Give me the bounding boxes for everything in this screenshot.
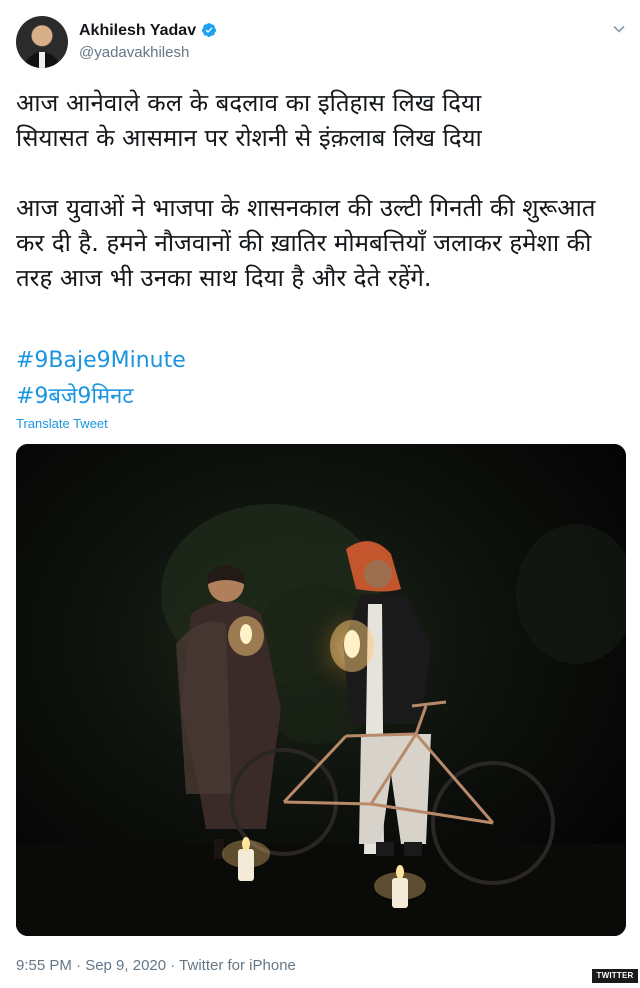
hashtag-link[interactable]: #9Baje9Minute bbox=[16, 348, 186, 373]
display-name[interactable]: Akhilesh Yadav bbox=[79, 22, 196, 40]
twitter-watermark: TWITTER bbox=[592, 969, 638, 983]
tweet-text: आज आनेवाले कल के बदलाव का इतिहास लिख दिय… bbox=[16, 89, 596, 292]
handle[interactable]: @yadavakhilesh bbox=[79, 44, 189, 61]
tweet-photo[interactable] bbox=[16, 444, 626, 936]
candlelight-photo-illustration bbox=[16, 444, 626, 936]
tweet-card: Akhilesh Yadav @yadavakhilesh आज आनेवाले… bbox=[0, 0, 640, 988]
avatar[interactable] bbox=[16, 16, 68, 68]
hashtag-link[interactable]: #9बजे9मिनट bbox=[16, 380, 133, 410]
verified-badge-icon bbox=[202, 23, 217, 37]
translate-tweet-link[interactable]: Translate Tweet bbox=[16, 416, 108, 431]
chevron-down-icon[interactable] bbox=[612, 22, 626, 36]
tweet-timestamp[interactable]: 9:55 PM · Sep 9, 2020 · Twitter for iPho… bbox=[16, 957, 296, 974]
